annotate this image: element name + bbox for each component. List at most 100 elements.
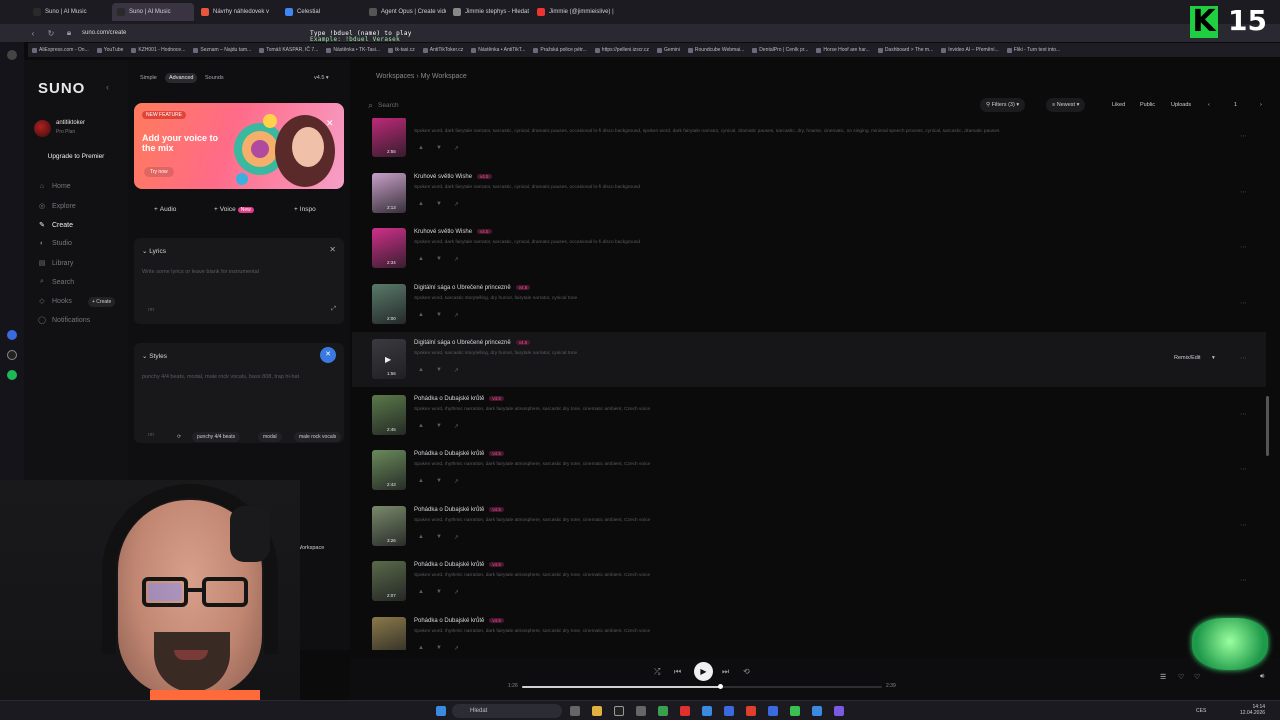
liked-filter[interactable]: Liked bbox=[1106, 98, 1131, 112]
chrome-icon[interactable] bbox=[702, 706, 712, 716]
like-icon[interactable]: ▲ bbox=[418, 645, 424, 651]
song-title[interactable]: Pohádka o Dubajské krůtě v4.5 bbox=[414, 562, 504, 568]
mode-sounds-tab[interactable]: Sounds bbox=[205, 75, 224, 81]
song-row[interactable]: 2:44 Pohádka o Dubajské krůtě v4.5 Spoken w… bbox=[352, 610, 1266, 651]
play-icon[interactable]: ▶ bbox=[385, 355, 391, 364]
star-icon[interactable] bbox=[7, 50, 17, 60]
scrollbar[interactable] bbox=[1266, 396, 1269, 456]
like-icon[interactable]: ▲ bbox=[418, 367, 424, 374]
sidebar-item-studio[interactable]: ◐ Studio bbox=[38, 240, 72, 247]
tiktok-icon[interactable] bbox=[7, 350, 17, 360]
dislike-icon[interactable]: ♡ bbox=[1194, 673, 1200, 681]
bookmark-item[interactable]: AntiTikToker.cz bbox=[422, 47, 463, 53]
close-icon[interactable]: ✕ bbox=[326, 118, 334, 129]
bookmark-item[interactable]: Tomáš KASPAR, IČ 7... bbox=[259, 47, 318, 53]
share-icon[interactable]: ↗ bbox=[454, 145, 459, 152]
like-icon[interactable]: ▲ bbox=[418, 534, 424, 541]
like-icon[interactable]: ▲ bbox=[418, 589, 424, 596]
dislike-icon[interactable]: ▼ bbox=[436, 145, 442, 152]
task-view-icon[interactable] bbox=[570, 706, 580, 716]
suno-logo[interactable]: SUNO bbox=[38, 80, 85, 97]
song-title[interactable]: Digitální sága o Ubrečené princezně v4.5 bbox=[414, 340, 531, 346]
sidebar-item-notifications[interactable]: ◯ Notifications bbox=[38, 316, 90, 325]
bookmark-item[interactable]: AliExpress.com - On... bbox=[32, 47, 89, 53]
more-options-icon[interactable]: ⋯ bbox=[1240, 465, 1247, 473]
like-icon[interactable]: ▲ bbox=[418, 478, 424, 485]
more-options-icon[interactable]: ⋯ bbox=[1240, 243, 1247, 251]
app-icon[interactable] bbox=[812, 706, 822, 716]
dislike-icon[interactable]: ▼ bbox=[436, 201, 442, 208]
mode-advanced-tab[interactable]: Advanced bbox=[165, 73, 198, 83]
style-chip[interactable]: punchy 4/4 beats bbox=[192, 432, 241, 442]
model-version-select[interactable]: v4.5 ▾ bbox=[314, 75, 329, 81]
app-icon[interactable] bbox=[724, 706, 734, 716]
shuffle-icon[interactable]: ✕ bbox=[329, 245, 336, 254]
song-cover[interactable] bbox=[372, 616, 406, 650]
username[interactable]: antitiktoker bbox=[56, 120, 85, 126]
browser-tab[interactable]: Suno | AI Music bbox=[112, 3, 194, 21]
queue-icon[interactable]: ☰ bbox=[1160, 673, 1166, 681]
like-icon[interactable]: ▲ bbox=[418, 423, 424, 430]
lyrics-input[interactable]: Write some lyrics or leave blank for ins… bbox=[142, 269, 259, 275]
filters-button[interactable]: ⚲ Filters (3) ▾ bbox=[980, 98, 1026, 112]
more-options-icon[interactable]: ⋯ bbox=[1240, 354, 1247, 362]
share-icon[interactable]: ↗ bbox=[454, 423, 459, 430]
song-row[interactable]: 2:45 Pohádka o Dubajské krůtě v4.5 Spoken w… bbox=[352, 388, 1266, 443]
dislike-icon[interactable]: ▼ bbox=[436, 367, 442, 374]
share-icon[interactable]: ↗ bbox=[454, 534, 459, 541]
create-pill-button[interactable]: + Create bbox=[88, 297, 116, 307]
dislike-icon[interactable]: ▼ bbox=[436, 478, 442, 485]
remix-edit-button[interactable]: Remix/Edit bbox=[1174, 355, 1201, 361]
bookmark-item[interactable]: Dashboard > The m... bbox=[877, 47, 933, 53]
upgrade-button[interactable]: Upgrade to Premier bbox=[34, 150, 118, 164]
dislike-icon[interactable]: ▼ bbox=[436, 423, 442, 430]
sidebar-item-hooks[interactable]: ◇ Hooks bbox=[38, 297, 72, 306]
sidebar-item-library[interactable]: ▤ Library bbox=[38, 259, 74, 268]
song-title[interactable]: Pohádka o Dubajské krůtě v4.5 bbox=[414, 395, 504, 402]
app-icon[interactable] bbox=[790, 706, 800, 716]
bookmark-item[interactable]: Gemini bbox=[657, 47, 680, 53]
song-row[interactable]: 3:26 Pohádka o Dubajské krůtě v4.5 Spoken w… bbox=[352, 499, 1266, 554]
bookmark-item[interactable]: Invideo AI – Přemění... bbox=[941, 47, 999, 53]
like-icon[interactable]: ▲ bbox=[418, 312, 424, 319]
dislike-icon[interactable]: ▼ bbox=[436, 534, 442, 541]
collapse-sidebar-icon[interactable]: ‹ bbox=[106, 82, 109, 92]
add-audio-button[interactable]: + Audio bbox=[154, 206, 176, 213]
share-icon[interactable]: ↗ bbox=[454, 589, 459, 596]
mode-simple-tab[interactable]: Simple bbox=[140, 75, 157, 81]
repeat-icon[interactable]: ⟲ bbox=[743, 667, 750, 676]
bookmark-item[interactable]: DentalPro | Ceník pr... bbox=[752, 47, 808, 53]
app-icon[interactable] bbox=[680, 706, 690, 716]
next-page-icon[interactable]: › bbox=[1254, 98, 1268, 112]
spotify-icon[interactable] bbox=[7, 370, 17, 380]
song-row[interactable]: 2:07 Pohádka o Dubajské krůtě v4.5 Spoken w… bbox=[352, 554, 1266, 609]
bookmark-item[interactable]: Nástěnka • AntiTikT... bbox=[471, 47, 525, 53]
like-icon[interactable]: ▲ bbox=[418, 256, 424, 263]
progress-bar[interactable] bbox=[522, 684, 882, 689]
browser-tab[interactable]: Agent Opus | Create video bbox=[364, 3, 446, 21]
bookmark-item[interactable]: Pražská police pétr... bbox=[533, 47, 587, 53]
add-voice-button[interactable]: + Voice New bbox=[214, 206, 254, 213]
progress-knob[interactable] bbox=[718, 684, 723, 689]
app-icon[interactable] bbox=[834, 706, 844, 716]
song-title[interactable]: Kruhové světlo Wishe v4.5 bbox=[414, 173, 492, 180]
add-inspo-button[interactable]: + Inspo bbox=[294, 206, 316, 213]
share-icon[interactable]: ↗ bbox=[454, 367, 459, 374]
bookmark-item[interactable]: Roundcube Webmai... bbox=[687, 47, 744, 53]
like-icon[interactable]: ▲ bbox=[418, 145, 424, 152]
sidebar-item-explore[interactable]: ◎ Explore bbox=[38, 202, 76, 211]
song-title[interactable]: Pohádka o Dubajské krůtě v4.5 bbox=[414, 617, 504, 624]
start-icon[interactable] bbox=[436, 706, 446, 716]
bookmark-item[interactable]: Horse Hoof are har... bbox=[816, 47, 870, 53]
song-title[interactable]: Kruhové světlo Wishe v4.5 bbox=[414, 229, 492, 235]
styles-header[interactable]: ⌄ Styles bbox=[142, 352, 167, 360]
share-icon[interactable]: ↗ bbox=[454, 312, 459, 319]
lyrics-header[interactable]: ⌄ Lyrics bbox=[142, 247, 166, 255]
style-chip[interactable]: modal bbox=[258, 432, 282, 442]
bookmark-item[interactable]: https://pelleni.izscr.cz bbox=[594, 47, 649, 53]
bookmark-item[interactable]: Seznam – Najdu tam... bbox=[193, 47, 251, 53]
song-title[interactable]: Pohádka o Dubajské krůtě v4.5 bbox=[414, 451, 504, 457]
bookmark-item[interactable]: YouTube bbox=[96, 47, 123, 53]
prev-page-icon[interactable]: ‹ bbox=[1202, 98, 1216, 112]
more-options-icon[interactable]: ⋯ bbox=[1240, 410, 1247, 418]
